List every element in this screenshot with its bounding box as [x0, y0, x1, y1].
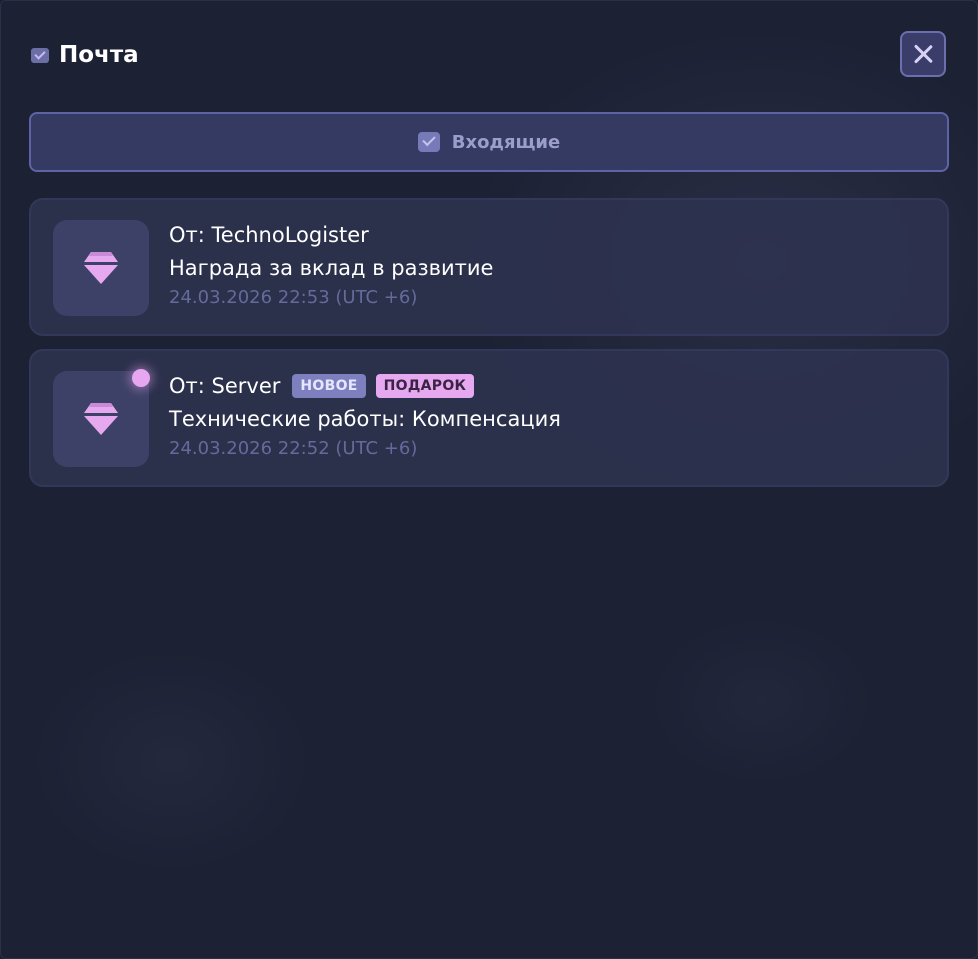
mail-icon [417, 132, 440, 152]
mail-icon [31, 47, 49, 63]
tab-inbox-label: Входящие [451, 131, 561, 153]
window-title: Почта [59, 42, 139, 68]
gem-icon [84, 403, 118, 435]
mail-item-text: От: Server НОВОЕ ПОДАРОК Технические раб… [169, 371, 927, 461]
mail-sender-line: От: TechnoLogister [169, 220, 927, 250]
close-button[interactable] [900, 31, 946, 77]
mail-subject: Технические работы: Компенсация [169, 407, 561, 431]
tab-inbox[interactable]: Входящие [29, 112, 949, 172]
unread-indicator [132, 369, 150, 387]
mail-sender-line: От: Server НОВОЕ ПОДАРОК [169, 371, 927, 401]
mail-list-item[interactable]: От: Server НОВОЕ ПОДАРОК Технические раб… [29, 349, 949, 487]
mail-sender: От: TechnoLogister [169, 223, 369, 247]
badge-gift: ПОДАРОК [375, 374, 475, 398]
mail-sender: От: Server [169, 374, 281, 398]
mail-item-icon-box [53, 371, 149, 467]
gem-icon [84, 252, 118, 284]
window-header: Почта [31, 41, 139, 69]
mail-subject: Награда за вклад в развитие [169, 256, 494, 280]
mail-item-icon-box [53, 220, 149, 316]
mail-timestamp: 24.03.2026 22:53 (UTC +6) [169, 287, 418, 308]
close-icon [912, 43, 934, 65]
badge-new: НОВОЕ [292, 374, 366, 398]
mail-window: Почта Входящие От: TechnoLogister Наград… [0, 0, 978, 959]
mail-item-text: От: TechnoLogister Награда за вклад в ра… [169, 220, 927, 310]
mail-timestamp: 24.03.2026 22:52 (UTC +6) [169, 438, 418, 459]
mail-list-item[interactable]: От: TechnoLogister Награда за вклад в ра… [29, 198, 949, 336]
